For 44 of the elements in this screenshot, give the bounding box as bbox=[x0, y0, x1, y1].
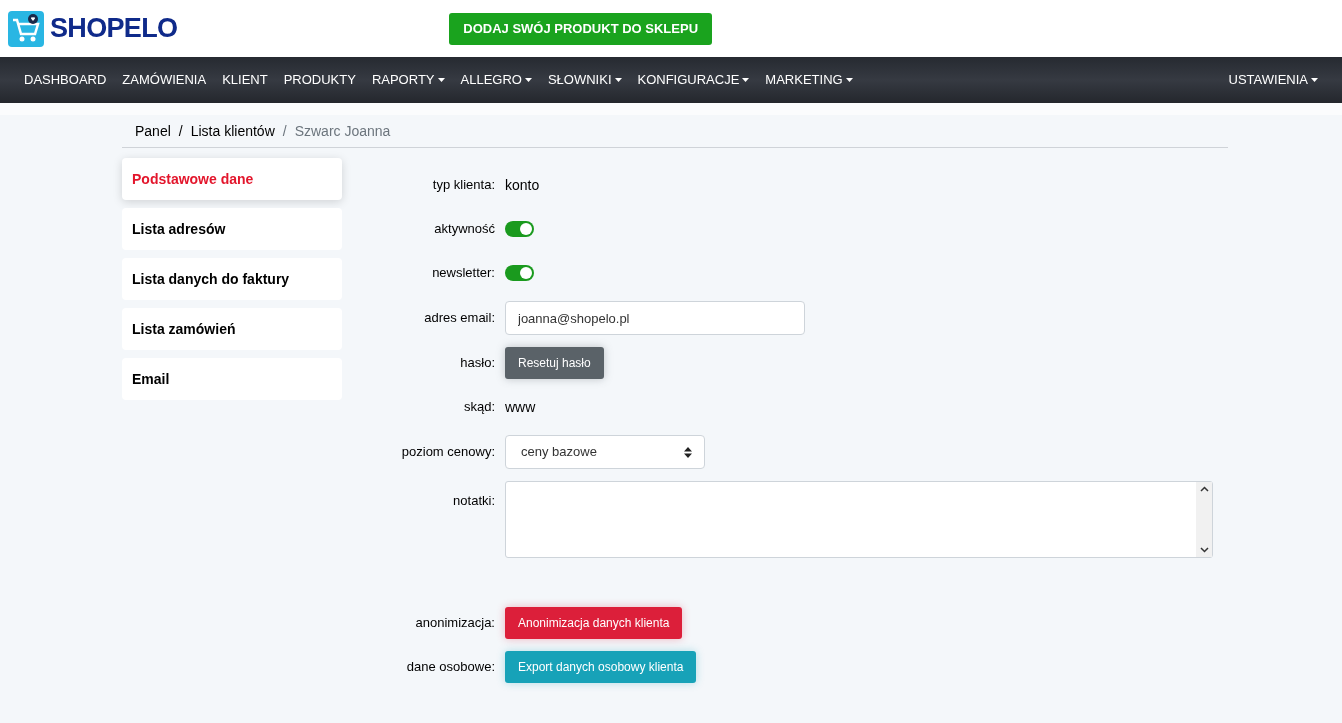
breadcrumb-separator: / bbox=[177, 121, 184, 141]
field-label: dane osobowe: bbox=[405, 658, 495, 677]
breadcrumb-link[interactable]: Lista klientów bbox=[190, 120, 275, 142]
field-label: aktywność bbox=[433, 220, 495, 239]
field-label: anonimizacja: bbox=[414, 614, 495, 633]
scrollbar[interactable] bbox=[1196, 482, 1212, 557]
action-button[interactable]: Resetuj hasło bbox=[505, 347, 604, 379]
action-button[interactable]: Anonimizacja danych klienta bbox=[505, 607, 683, 639]
email-input[interactable]: joanna@shopelo.pl bbox=[505, 301, 805, 335]
sidebar-item[interactable]: Lista zamówień bbox=[122, 308, 342, 350]
field-label: skąd: bbox=[462, 398, 495, 417]
sidebar-item[interactable]: Lista danych do faktury bbox=[122, 258, 342, 300]
field-value: konto bbox=[505, 175, 540, 195]
sidebar-item[interactable]: Podstawowe dane bbox=[122, 158, 342, 200]
field-label: hasło: bbox=[459, 354, 495, 373]
nav-link[interactable]: DASHBOARD bbox=[16, 70, 115, 90]
field-label: adres email: bbox=[423, 309, 495, 328]
toggle-switch[interactable] bbox=[505, 221, 534, 237]
nav-link[interactable]: KONFIGURACJE bbox=[629, 70, 758, 90]
nav-link[interactable]: PRODUKTY bbox=[275, 70, 364, 90]
sidebar-item[interactable]: Email bbox=[122, 358, 342, 400]
field-label: typ klienta: bbox=[431, 176, 495, 195]
scroll-down-icon[interactable] bbox=[1199, 547, 1209, 553]
field-value: www bbox=[505, 397, 536, 417]
field-label: poziom cenowy: bbox=[400, 443, 495, 462]
nav-link[interactable]: RAPORTY bbox=[363, 70, 453, 90]
nav-link[interactable]: USTAWIENIA bbox=[1220, 70, 1326, 90]
logo-text: SHOPELO bbox=[50, 12, 178, 46]
breadcrumb-link[interactable]: Panel bbox=[135, 120, 171, 142]
sidebar-item[interactable]: Lista adresów bbox=[122, 208, 342, 250]
breadcrumb-separator: / bbox=[281, 121, 288, 141]
field-label: newsletter: bbox=[431, 264, 495, 283]
sort-arrows-icon bbox=[684, 446, 692, 458]
nav-link[interactable]: SŁOWNIKI bbox=[539, 70, 630, 90]
scroll-up-icon[interactable] bbox=[1199, 486, 1209, 492]
toggle-switch[interactable] bbox=[505, 265, 534, 281]
price-level-select[interactable]: ceny bazowe bbox=[505, 435, 705, 469]
nav-link[interactable]: KLIENT bbox=[214, 70, 276, 90]
shopping-cart-logo-icon bbox=[8, 10, 44, 47]
nav-link[interactable]: ALLEGRO bbox=[452, 70, 540, 90]
breadcrumb-current: Szwarc Joanna bbox=[294, 121, 391, 141]
nav-link[interactable]: ZAMÓWIENIA bbox=[114, 70, 215, 90]
nav-link[interactable]: MARKETING bbox=[757, 70, 861, 90]
field-label: notatki: bbox=[452, 492, 495, 510]
